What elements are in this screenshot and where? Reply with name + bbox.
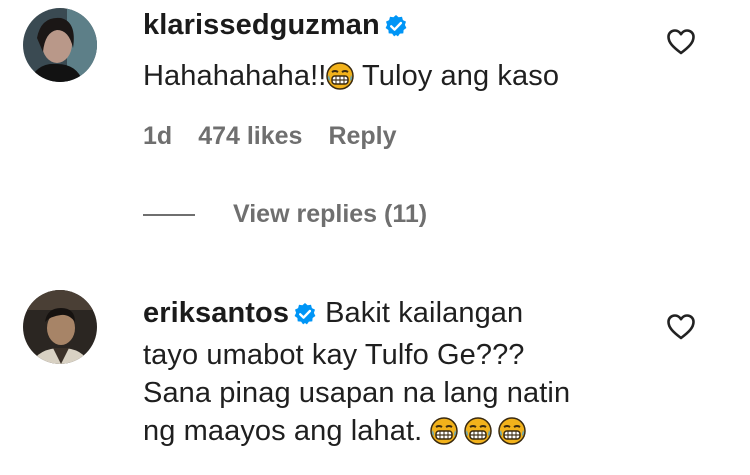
comment-age: 1d <box>143 122 173 150</box>
replies-divider <box>143 214 195 217</box>
heart-outline-icon[interactable] <box>666 28 696 56</box>
verified-badge-icon <box>293 298 317 336</box>
comment-text-line: Sana pinag usapan na lang natin <box>143 377 571 409</box>
username[interactable]: klarissedguzman <box>143 9 380 41</box>
view-replies-button[interactable]: View replies (11) <box>143 200 427 229</box>
comment-body: klarissedguzman Hahahahaha!! Tuloy ang k… <box>143 6 559 100</box>
like-count[interactable]: 474 likes <box>198 122 302 150</box>
comment-meta: 1d 474 likes Reply <box>143 122 423 151</box>
comment-item: klarissedguzman Hahahahaha!! Tuloy ang k… <box>0 0 750 240</box>
reply-button[interactable]: Reply <box>328 122 396 150</box>
comment-text-continued: Tuloy ang kaso <box>354 60 560 92</box>
view-replies-label: View replies (11) <box>233 200 428 228</box>
comment-item: eriksantos Bakit kailangan tayo umabot ka… <box>0 240 750 475</box>
grimacing-tears-emoji-icon <box>430 417 459 455</box>
heart-outline-icon[interactable] <box>666 313 696 341</box>
avatar[interactable] <box>23 290 97 364</box>
comment-text: Hahahahaha!! <box>143 60 327 92</box>
comment-text-line: tayo umabot kay Tulfo Ge??? <box>143 339 525 371</box>
grimacing-tears-emoji-icon <box>464 417 493 455</box>
grimacing-tears-emoji-icon <box>498 417 527 455</box>
comment-text-line: ng maayos ang lahat. <box>143 415 423 447</box>
username[interactable]: eriksantos <box>143 297 289 329</box>
comment-body: eriksantos Bakit kailangan tayo umabot ka… <box>143 294 570 455</box>
verified-badge-icon <box>384 10 408 48</box>
comment-text-line: Bakit kailangan <box>325 297 524 329</box>
grimacing-tears-emoji-icon <box>326 62 355 100</box>
avatar[interactable] <box>23 8 97 82</box>
